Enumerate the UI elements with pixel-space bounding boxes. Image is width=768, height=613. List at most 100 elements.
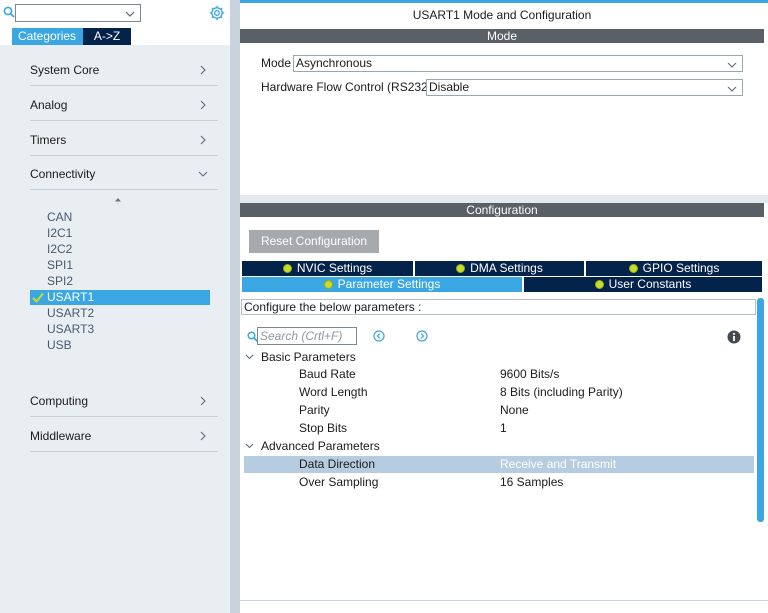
chevron-right-icon	[198, 430, 208, 441]
group-basic-parameters[interactable]: Basic Parameters	[245, 349, 356, 365]
param-name: Baud Rate	[299, 367, 356, 381]
group-title: Advanced Parameters	[261, 439, 380, 453]
chevron-down-icon[interactable]	[125, 8, 135, 18]
peripheral-usart1[interactable]: USART1	[30, 290, 210, 305]
peripheral-label: USART1	[47, 290, 95, 304]
panel-splitter[interactable]	[230, 0, 240, 613]
tab-nvic-settings[interactable]: NVIC Settings	[242, 261, 413, 276]
group-title: Basic Parameters	[261, 350, 356, 364]
tab-label: GPIO Settings	[642, 261, 720, 275]
category-timers[interactable]: Timers	[18, 128, 218, 156]
tab-label: User Constants	[608, 277, 692, 291]
divider	[30, 85, 218, 86]
mode-label: Mode	[261, 56, 292, 70]
tab-gpio-settings[interactable]: GPIO Settings	[586, 261, 762, 276]
tab-parameter-settings[interactable]: Parameter Settings	[242, 277, 522, 292]
status-ok-icon	[456, 264, 466, 273]
search-icon[interactable]	[3, 6, 15, 18]
divider	[30, 155, 218, 156]
tab-dma-settings[interactable]: DMA Settings	[415, 261, 584, 276]
category-analog[interactable]: Analog	[18, 93, 218, 121]
status-ok-icon	[628, 264, 638, 273]
mode-section-header: Mode	[240, 29, 764, 43]
param-row-stop-bits[interactable]: Stop Bits 1	[244, 420, 754, 437]
section-separator[interactable]	[240, 195, 768, 203]
param-value[interactable]: Receive and Transmit	[500, 456, 616, 473]
peripheral-i2c2[interactable]: I2C2	[47, 242, 72, 257]
param-name: Stop Bits	[299, 421, 348, 435]
mode-select[interactable]: Asynchronous	[293, 55, 743, 72]
peripheral-usb[interactable]: USB	[47, 338, 72, 353]
accent-bar	[240, 0, 768, 3]
check-icon	[32, 292, 44, 303]
chevron-right-icon	[198, 134, 208, 145]
tab-label: NVIC Settings	[296, 261, 373, 275]
left-toolbar: Categories A->Z	[0, 0, 230, 45]
reset-configuration-button[interactable]: Reset Configuration	[249, 230, 379, 253]
chevron-down-icon	[245, 349, 254, 360]
mode-select-value: Asynchronous	[296, 56, 373, 70]
flow-control-select[interactable]: Disable	[426, 79, 743, 96]
chevron-down-icon[interactable]	[727, 59, 737, 69]
divider	[30, 416, 218, 417]
tab-user-constants[interactable]: User Constants	[524, 277, 762, 292]
param-row-data-direction[interactable]: Data Direction Receive and Transmit	[244, 456, 754, 473]
peripheral-spi1[interactable]: SPI1	[47, 258, 73, 273]
flow-control-label: Hardware Flow Control (RS232)	[261, 80, 432, 94]
category-label: Analog	[30, 98, 68, 112]
chevron-down-icon	[245, 438, 254, 449]
divider	[30, 189, 218, 190]
gear-icon[interactable]	[209, 5, 225, 21]
peripheral-spi2[interactable]: SPI2	[47, 274, 73, 289]
divider	[30, 451, 218, 452]
param-value: None	[500, 403, 529, 417]
param-name: Data Direction	[299, 457, 376, 471]
next-match-icon[interactable]	[416, 330, 428, 342]
peripheral-i2c1[interactable]: I2C1	[47, 226, 72, 241]
param-row-word-length[interactable]: Word Length 8 Bits (including Parity)	[244, 384, 754, 401]
peripheral-can[interactable]: CAN	[47, 210, 72, 225]
status-ok-icon	[594, 280, 604, 289]
status-ok-icon	[282, 264, 292, 273]
tab-a-to-z[interactable]: A->Z	[83, 28, 131, 45]
peripheral-search-combo[interactable]	[15, 4, 141, 22]
left-panel: Categories A->Z System Core Analog Timer…	[0, 0, 230, 613]
param-name: Over Sampling	[299, 475, 379, 489]
tab-label: Parameter Settings	[337, 277, 441, 291]
param-row-over-sampling[interactable]: Over Sampling 16 Samples	[244, 474, 754, 491]
tab-categories[interactable]: Categories	[12, 28, 83, 45]
category-computing[interactable]: Computing	[18, 389, 218, 417]
bottom-border	[240, 600, 768, 613]
param-name: Word Length	[299, 385, 368, 399]
category-system-core[interactable]: System Core	[18, 58, 218, 86]
category-label: System Core	[30, 63, 100, 77]
param-row-parity[interactable]: Parity None	[244, 402, 754, 419]
parameters-hint: Configure the below parameters :	[241, 299, 756, 315]
category-connectivity[interactable]: Connectivity	[18, 162, 218, 190]
chevron-right-icon	[198, 64, 208, 75]
param-name: Parity	[299, 403, 330, 417]
chevron-down-icon	[198, 168, 208, 178]
param-row-baud-rate[interactable]: Baud Rate 9600 Bits/s	[244, 366, 754, 383]
chevron-right-icon	[198, 99, 208, 110]
category-middleware[interactable]: Middleware	[18, 424, 218, 452]
peripheral-usart3[interactable]: USART3	[47, 322, 94, 337]
status-ok-icon	[323, 280, 333, 289]
group-advanced-parameters[interactable]: Advanced Parameters	[245, 438, 380, 454]
chevron-down-icon[interactable]	[727, 83, 737, 93]
param-value: 1	[500, 421, 507, 435]
peripheral-usart2[interactable]: USART2	[47, 306, 94, 321]
previous-match-icon[interactable]	[373, 330, 385, 342]
category-label: Connectivity	[30, 167, 96, 181]
right-panel: USART1 Mode and Configuration Mode Mode …	[240, 0, 768, 613]
vertical-scrollbar[interactable]	[757, 298, 764, 522]
category-label: Computing	[30, 394, 89, 408]
tab-label: DMA Settings	[470, 261, 543, 275]
sort-icon[interactable]	[114, 196, 122, 206]
param-value: 8 Bits (including Parity)	[500, 385, 623, 399]
page-title: USART1 Mode and Configuration	[412, 8, 592, 22]
category-label: Timers	[30, 133, 67, 147]
parameter-search-input[interactable]: Search (Crtl+F)	[257, 327, 357, 345]
divider	[30, 120, 218, 121]
info-icon[interactable]	[727, 330, 741, 344]
